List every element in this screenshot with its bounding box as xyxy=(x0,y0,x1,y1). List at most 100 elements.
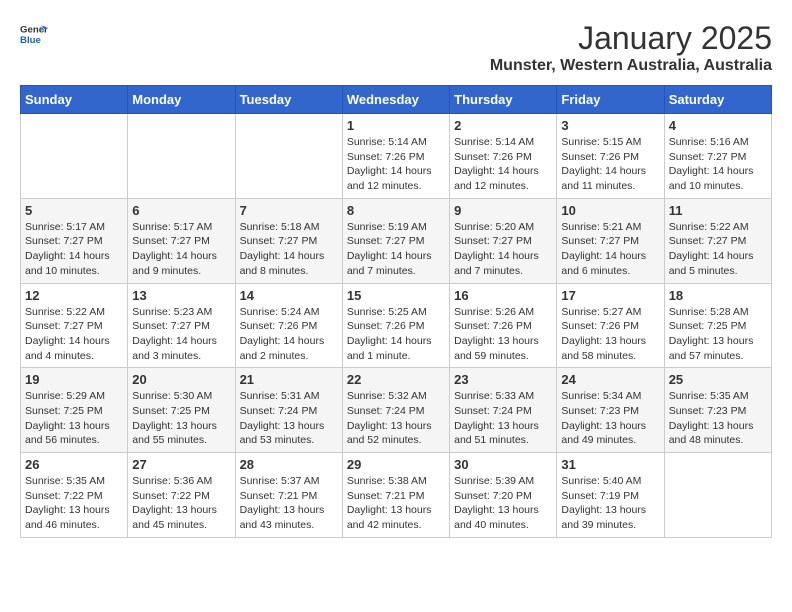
page-title: January 2025 xyxy=(490,20,772,57)
day-info: Sunrise: 5:14 AM Sunset: 7:26 PM Dayligh… xyxy=(347,135,445,194)
calendar-cell: 27 Sunrise: 5:36 AM Sunset: 7:22 PM Dayli… xyxy=(128,453,235,538)
day-number: 30 xyxy=(454,457,552,472)
header-day-thursday: Thursday xyxy=(450,86,557,114)
day-number: 8 xyxy=(347,203,445,218)
day-info: Sunrise: 5:32 AM Sunset: 7:24 PM Dayligh… xyxy=(347,389,445,448)
day-number: 31 xyxy=(561,457,659,472)
calendar-cell: 4 Sunrise: 5:16 AM Sunset: 7:27 PM Daylig… xyxy=(664,114,771,199)
header-day-tuesday: Tuesday xyxy=(235,86,342,114)
calendar-cell: 20 Sunrise: 5:30 AM Sunset: 7:25 PM Dayli… xyxy=(128,368,235,453)
calendar-cell: 2Sunrise: 5:14 AM Sunset: 7:26 PM Daylig… xyxy=(450,114,557,199)
day-number: 7 xyxy=(240,203,338,218)
day-number: 4 xyxy=(669,118,767,133)
day-number: 13 xyxy=(132,288,230,303)
day-number: 15 xyxy=(347,288,445,303)
day-info: Sunrise: 5:35 AM Sunset: 7:22 PM Dayligh… xyxy=(25,474,123,533)
day-info: Sunrise: 5:18 AM Sunset: 7:27 PM Dayligh… xyxy=(240,220,338,279)
logo: General Blue xyxy=(20,20,48,48)
day-info: Sunrise: 5:30 AM Sunset: 7:25 PM Dayligh… xyxy=(132,389,230,448)
calendar-cell: 15Sunrise: 5:25 AM Sunset: 7:26 PM Dayli… xyxy=(342,283,449,368)
calendar-cell: 24 Sunrise: 5:34 AM Sunset: 7:23 PM Dayli… xyxy=(557,368,664,453)
page-subtitle: Munster, Western Australia, Australia xyxy=(490,57,772,75)
calendar-cell: 25Sunrise: 5:35 AM Sunset: 7:23 PM Dayli… xyxy=(664,368,771,453)
calendar-cell: 17Sunrise: 5:27 AM Sunset: 7:26 PM Dayli… xyxy=(557,283,664,368)
calendar-cell: 26 Sunrise: 5:35 AM Sunset: 7:22 PM Dayli… xyxy=(21,453,128,538)
day-info: Sunrise: 5:17 AM Sunset: 7:27 PM Dayligh… xyxy=(132,220,230,279)
day-number: 10 xyxy=(561,203,659,218)
day-info: Sunrise: 5:27 AM Sunset: 7:26 PM Dayligh… xyxy=(561,305,659,364)
day-number: 12 xyxy=(25,288,123,303)
day-number: 20 xyxy=(132,372,230,387)
calendar-cell: 10 Sunrise: 5:21 AM Sunset: 7:27 PM Dayli… xyxy=(557,198,664,283)
day-info: Sunrise: 5:15 AM Sunset: 7:26 PM Dayligh… xyxy=(561,135,659,194)
header-day-wednesday: Wednesday xyxy=(342,86,449,114)
calendar-cell: 5 Sunrise: 5:17 AM Sunset: 7:27 PM Daylig… xyxy=(21,198,128,283)
calendar-cell: 7 Sunrise: 5:18 AM Sunset: 7:27 PM Daylig… xyxy=(235,198,342,283)
day-info: Sunrise: 5:19 AM Sunset: 7:27 PM Dayligh… xyxy=(347,220,445,279)
calendar-cell xyxy=(664,453,771,538)
calendar-cell: 22 Sunrise: 5:32 AM Sunset: 7:24 PM Dayli… xyxy=(342,368,449,453)
calendar-week-row: 19Sunrise: 5:29 AM Sunset: 7:25 PM Dayli… xyxy=(21,368,772,453)
calendar-cell xyxy=(128,114,235,199)
day-info: Sunrise: 5:24 AM Sunset: 7:26 PM Dayligh… xyxy=(240,305,338,364)
day-number: 26 xyxy=(25,457,123,472)
day-number: 22 xyxy=(347,372,445,387)
day-number: 21 xyxy=(240,372,338,387)
day-info: Sunrise: 5:38 AM Sunset: 7:21 PM Dayligh… xyxy=(347,474,445,533)
day-number: 6 xyxy=(132,203,230,218)
page-header: General Blue January 2025 Munster, Weste… xyxy=(20,20,772,75)
calendar-cell: 3 Sunrise: 5:15 AM Sunset: 7:26 PM Daylig… xyxy=(557,114,664,199)
calendar-header-row: SundayMondayTuesdayWednesdayThursdayFrid… xyxy=(21,86,772,114)
calendar-cell: 9 Sunrise: 5:20 AM Sunset: 7:27 PM Daylig… xyxy=(450,198,557,283)
day-number: 24 xyxy=(561,372,659,387)
calendar-cell: 14 Sunrise: 5:24 AM Sunset: 7:26 PM Dayli… xyxy=(235,283,342,368)
calendar-cell xyxy=(21,114,128,199)
day-info: Sunrise: 5:26 AM Sunset: 7:26 PM Dayligh… xyxy=(454,305,552,364)
day-number: 11 xyxy=(669,203,767,218)
calendar-table: SundayMondayTuesdayWednesdayThursdayFrid… xyxy=(20,85,772,538)
svg-text:General: General xyxy=(20,24,48,35)
day-info: Sunrise: 5:16 AM Sunset: 7:27 PM Dayligh… xyxy=(669,135,767,194)
day-number: 14 xyxy=(240,288,338,303)
day-info: Sunrise: 5:21 AM Sunset: 7:27 PM Dayligh… xyxy=(561,220,659,279)
day-info: Sunrise: 5:14 AM Sunset: 7:26 PM Dayligh… xyxy=(454,135,552,194)
day-number: 23 xyxy=(454,372,552,387)
day-info: Sunrise: 5:33 AM Sunset: 7:24 PM Dayligh… xyxy=(454,389,552,448)
day-info: Sunrise: 5:37 AM Sunset: 7:21 PM Dayligh… xyxy=(240,474,338,533)
svg-text:Blue: Blue xyxy=(20,35,41,46)
calendar-cell: 12 Sunrise: 5:22 AM Sunset: 7:27 PM Dayli… xyxy=(21,283,128,368)
calendar-week-row: 5 Sunrise: 5:17 AM Sunset: 7:27 PM Daylig… xyxy=(21,198,772,283)
day-info: Sunrise: 5:29 AM Sunset: 7:25 PM Dayligh… xyxy=(25,389,123,448)
day-number: 5 xyxy=(25,203,123,218)
day-info: Sunrise: 5:40 AM Sunset: 7:19 PM Dayligh… xyxy=(561,474,659,533)
day-number: 1 xyxy=(347,118,445,133)
day-number: 29 xyxy=(347,457,445,472)
calendar-cell: 31 Sunrise: 5:40 AM Sunset: 7:19 PM Dayli… xyxy=(557,453,664,538)
day-number: 9 xyxy=(454,203,552,218)
day-info: Sunrise: 5:34 AM Sunset: 7:23 PM Dayligh… xyxy=(561,389,659,448)
day-number: 25 xyxy=(669,372,767,387)
calendar-cell: 8 Sunrise: 5:19 AM Sunset: 7:27 PM Daylig… xyxy=(342,198,449,283)
day-info: Sunrise: 5:36 AM Sunset: 7:22 PM Dayligh… xyxy=(132,474,230,533)
day-info: Sunrise: 5:20 AM Sunset: 7:27 PM Dayligh… xyxy=(454,220,552,279)
calendar-cell: 16Sunrise: 5:26 AM Sunset: 7:26 PM Dayli… xyxy=(450,283,557,368)
calendar-week-row: 26 Sunrise: 5:35 AM Sunset: 7:22 PM Dayli… xyxy=(21,453,772,538)
calendar-cell: 28Sunrise: 5:37 AM Sunset: 7:21 PM Dayli… xyxy=(235,453,342,538)
day-number: 27 xyxy=(132,457,230,472)
header-day-friday: Friday xyxy=(557,86,664,114)
title-block: January 2025 Munster, Western Australia,… xyxy=(490,20,772,75)
day-info: Sunrise: 5:23 AM Sunset: 7:27 PM Dayligh… xyxy=(132,305,230,364)
calendar-cell: 6 Sunrise: 5:17 AM Sunset: 7:27 PM Daylig… xyxy=(128,198,235,283)
header-day-saturday: Saturday xyxy=(664,86,771,114)
day-info: Sunrise: 5:28 AM Sunset: 7:25 PM Dayligh… xyxy=(669,305,767,364)
day-info: Sunrise: 5:22 AM Sunset: 7:27 PM Dayligh… xyxy=(669,220,767,279)
day-info: Sunrise: 5:17 AM Sunset: 7:27 PM Dayligh… xyxy=(25,220,123,279)
calendar-cell xyxy=(235,114,342,199)
calendar-cell: 21Sunrise: 5:31 AM Sunset: 7:24 PM Dayli… xyxy=(235,368,342,453)
calendar-cell: 23 Sunrise: 5:33 AM Sunset: 7:24 PM Dayli… xyxy=(450,368,557,453)
day-info: Sunrise: 5:22 AM Sunset: 7:27 PM Dayligh… xyxy=(25,305,123,364)
header-day-sunday: Sunday xyxy=(21,86,128,114)
day-number: 3 xyxy=(561,118,659,133)
calendar-cell: 13 Sunrise: 5:23 AM Sunset: 7:27 PM Dayli… xyxy=(128,283,235,368)
header-day-monday: Monday xyxy=(128,86,235,114)
